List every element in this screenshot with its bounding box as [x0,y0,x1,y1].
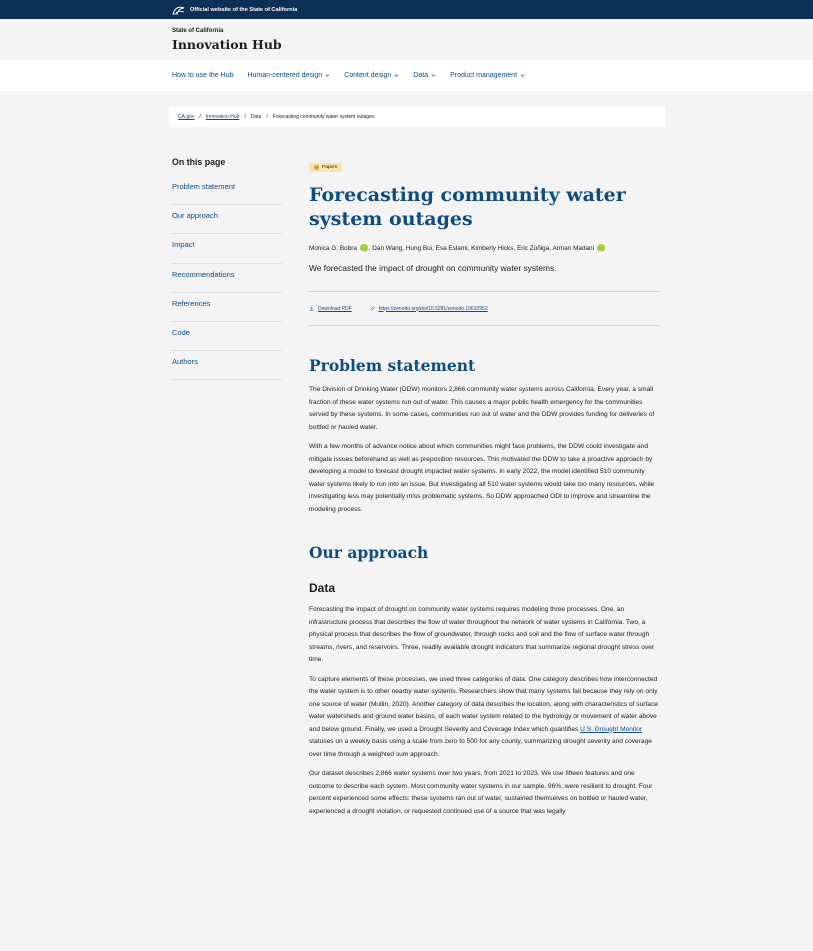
nav-label: Product management [450,72,518,79]
orcid-icon[interactable] [596,244,605,259]
authors-line: Monica G. Bobra , Dan Wang, Hung Bui, Es… [309,242,659,259]
gov-banner-text: Official website of the State of Califor… [190,6,298,13]
breadcrumb-separator: / [199,114,201,120]
site-subtitle: State of California [172,28,224,34]
california-logo-icon [172,6,185,14]
breadcrumb-section: Data [250,114,262,120]
site-header: State of California Innovation Hub [0,19,813,60]
data-heading: Data [309,581,336,595]
toc-item-references[interactable]: References [172,296,282,322]
download-pdf-link[interactable]: Download PDF [309,306,352,312]
nav-human-centered-design[interactable]: Human-centered design [247,72,330,79]
on-this-page-nav: On this page Problem statement Our appro… [172,157,282,381]
breadcrumb-hub-link[interactable]: Innovation Hub [206,114,240,120]
toc-item-our-approach[interactable]: Our approach [172,208,282,235]
nav-data[interactable]: Data [413,72,436,79]
data-paragraph-3: Our dataset describes 2,866 water system… [309,770,653,815]
toc-item-problem-statement[interactable]: Problem statement [172,179,282,206]
nav-label: How to use the Hub [172,72,234,79]
document-icon [314,165,319,170]
nav-how-to-use[interactable]: How to use the Hub [172,72,233,79]
data-paragraph-1: Forecasting the impact of drought on com… [309,606,655,663]
toc-item-code[interactable]: Code [172,325,282,352]
problem-paragraph-2: With a few months of advance notice abou… [309,443,655,513]
download-pdf-label: Download PDF [318,305,352,312]
toc-item-authors[interactable]: Authors [172,354,282,381]
problem-paragraph-1: The Division of Drinking Water (DDW) mon… [309,386,655,431]
article-summary: We forecasted the impact of drought on c… [309,263,557,273]
breadcrumb-home-link[interactable]: CA.gov [178,114,194,120]
nav-label: Data [413,72,429,79]
article-links: Download PDF https://zenodo.org/doi/10.5… [309,291,659,326]
nav-label: Content design [344,72,392,79]
data-paragraph-2: To capture elements of these processes, … [309,674,659,762]
nav-content-design[interactable]: Content design [344,72,399,79]
nav-product-management[interactable]: Product management [450,72,525,79]
problem-statement-heading: Problem statement [309,356,476,375]
doi-label: https://zenodo.org/doi/10.5281/zenodo.10… [378,305,488,312]
papers-badge: Papers [309,163,343,172]
chevron-down-icon [431,74,436,77]
drought-monitor-link[interactable]: U.S. Drought Monitor [580,726,642,733]
badge-label: Papers [322,165,338,170]
our-approach-heading: Our approach [309,543,429,562]
toc-item-impact[interactable]: Impact [172,237,282,264]
chevron-down-icon [520,74,525,77]
link-icon [370,306,375,311]
toc-item-recommendations[interactable]: Recommendations [172,267,282,293]
authors-rest: , Dan Wang, Hung Bui, Esa Eslami, Kimber… [368,245,595,252]
doi-link[interactable]: https://zenodo.org/doi/10.5281/zenodo.10… [370,306,488,312]
data-paragraph-2-text: To capture elements of these processes, … [309,675,658,733]
breadcrumb-separator: / [266,114,268,120]
gov-banner: Official website of the State of Califor… [0,0,813,19]
breadcrumb-separator: / [244,114,246,120]
data-paragraph-2-text: statuses on a weekly basis using a scale… [309,738,652,758]
site-title[interactable]: Innovation Hub [172,37,813,52]
chevron-down-icon [325,74,330,77]
main-nav: How to use the Hub Human-centered design… [0,60,813,91]
orcid-icon[interactable] [359,244,368,259]
download-icon [309,306,314,311]
breadcrumb: CA.gov / Innovation Hub / Data / Forecas… [169,107,665,127]
page-title: Forecasting community water system outag… [309,184,626,230]
toc-title: On this page [172,157,226,167]
author-bobra: Monica G. Bobra [309,245,357,252]
nav-label: Human-centered design [247,72,323,79]
breadcrumb-current: Forecasting community water system outag… [272,114,375,120]
chevron-down-icon [394,74,399,77]
article: Papers Forecasting community water syste… [309,157,659,818]
